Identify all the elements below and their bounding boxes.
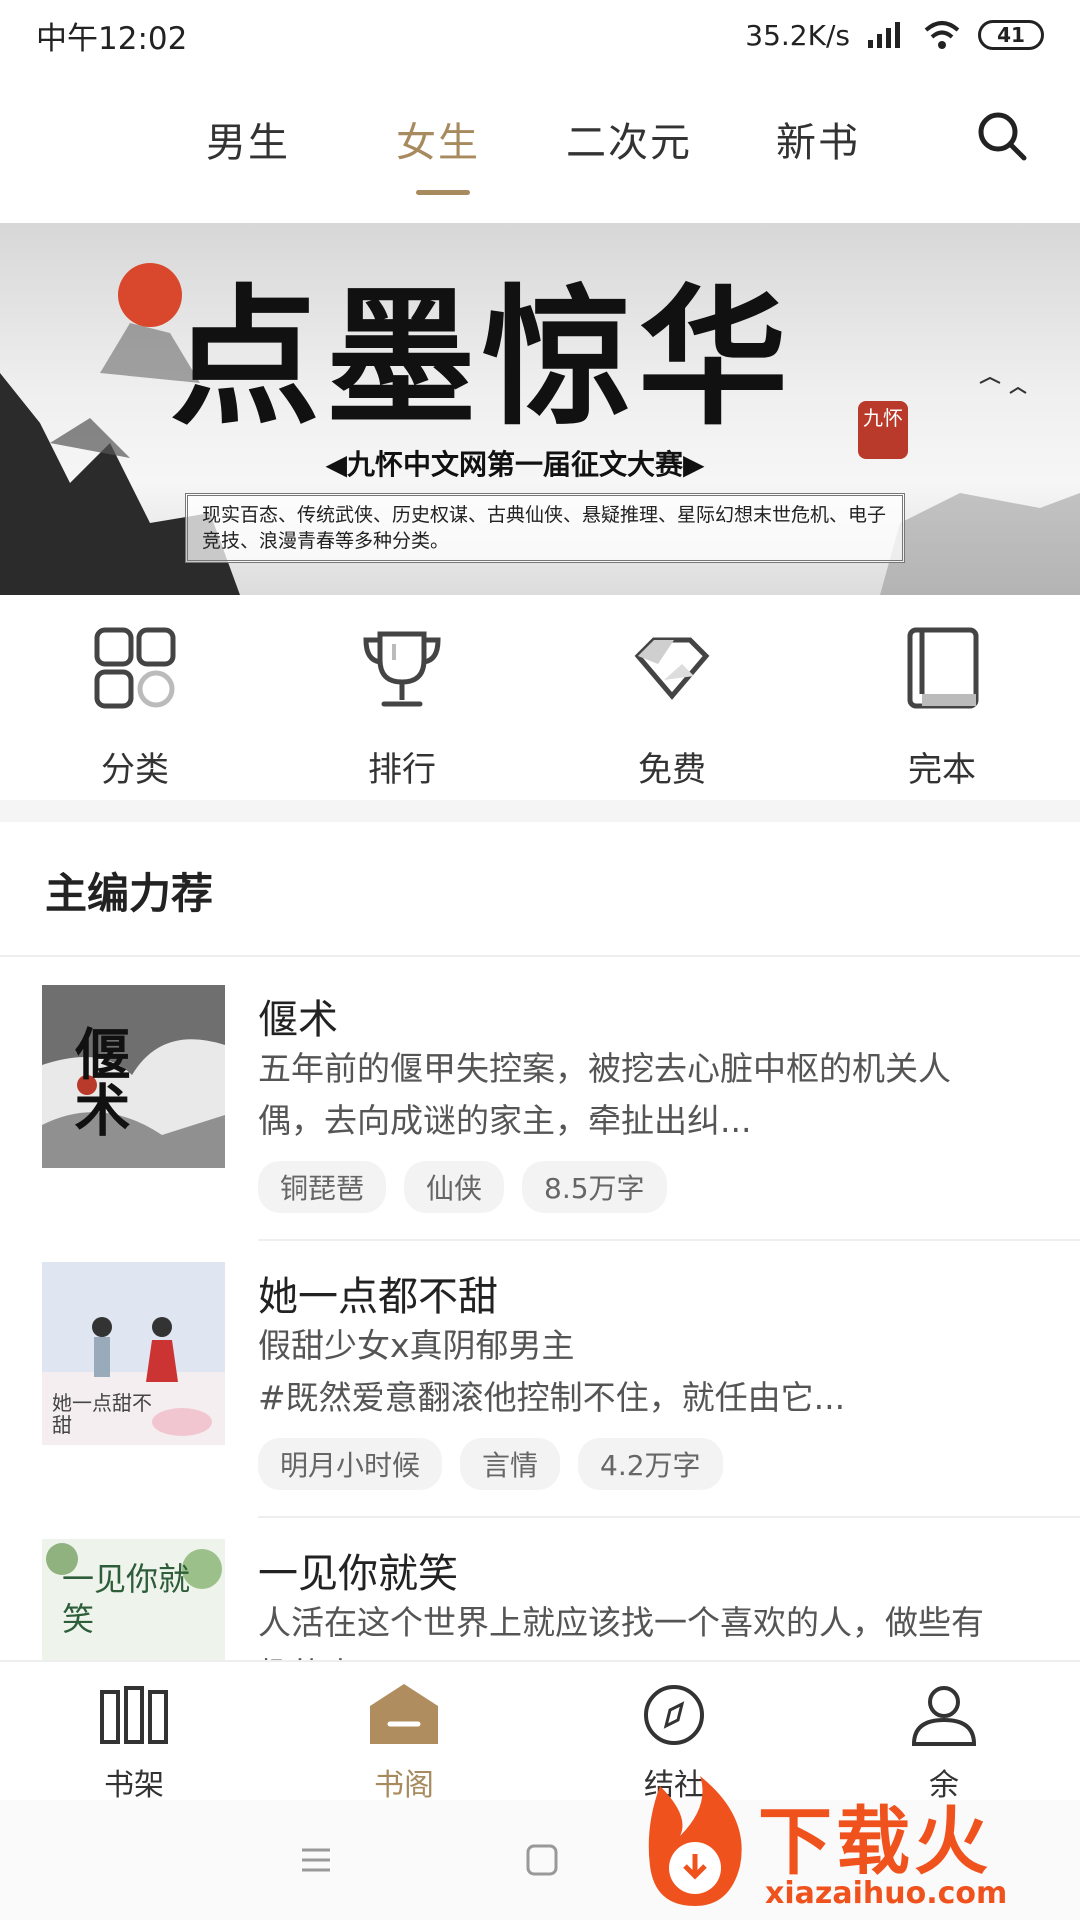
banner-seal: 九怀 <box>858 401 908 459</box>
book-item[interactable]: 偃术 偃术 五年前的偃甲失控案，被挖去心脏中枢的机关人偶，去向成谜的家主，牵扯出… <box>0 985 1080 1255</box>
tag-word-count: 4.2万字 <box>578 1438 723 1490</box>
status-bar: 中午12:02 35.2K/s 41 <box>0 0 1080 70</box>
book-cover: 偃术 <box>42 985 225 1168</box>
banner-subtitle: ◀九怀中文网第一届征文大赛▶ <box>325 448 705 481</box>
network-speed: 35.2K/s <box>745 18 850 52</box>
status-right: 35.2K/s 41 <box>745 19 1044 52</box>
bottom-nav-library[interactable]: 书阁 <box>334 1682 474 1804</box>
bottom-nav-label: 书阁 <box>374 1768 434 1803</box>
quick-nav-label: 免费 <box>638 750 706 790</box>
book-description: 五年前的偃甲失控案，被挖去心脏中枢的机关人偶，去向成谜的家主，牵扯出纠... <box>258 1049 951 1140</box>
watermark-url: xiazaihuo.com <box>765 1876 1008 1911</box>
book-cover-title: 她一点甜不甜 <box>52 1391 152 1437</box>
bottom-nav-label: 书架 <box>104 1768 164 1803</box>
section-divider <box>0 800 1080 822</box>
status-time: 中午12:02 <box>36 20 188 57</box>
section-divider-line <box>0 955 1080 957</box>
quick-nav-completed[interactable]: 完本 <box>867 620 1017 791</box>
library-icon <box>370 1684 438 1744</box>
tab-new-books[interactable]: 新书 <box>776 110 860 168</box>
tag-word-count: 8.5万字 <box>522 1161 667 1213</box>
battery-indicator: 41 <box>978 20 1044 50</box>
book-title: 一见你就笑 <box>258 1551 458 1597</box>
flame-logo-icon <box>648 1776 742 1906</box>
diamond-icon <box>634 637 710 700</box>
book-title: 她一点都不甜 <box>258 1274 498 1320</box>
search-icon[interactable] <box>972 106 1032 166</box>
quick-nav-label: 分类 <box>101 750 169 790</box>
quick-nav: 分类 排行 免费 完本 <box>0 620 1080 800</box>
quick-nav-category[interactable]: 分类 <box>60 620 210 791</box>
book-icon <box>907 627 979 709</box>
book-cover: 她一点甜不甜 <box>42 1262 225 1445</box>
quick-nav-free[interactable]: 免费 <box>597 620 747 791</box>
bookshelf-icon <box>100 1686 168 1744</box>
quick-nav-ranking[interactable]: 排行 <box>327 620 477 791</box>
book-tags: 明月小时候 言情 4.2万字 <box>258 1438 723 1490</box>
quick-nav-label: 完本 <box>908 750 976 790</box>
banner-title: 点墨惊华 <box>170 270 795 446</box>
signal-icon <box>868 22 900 48</box>
tag-genre: 仙侠 <box>404 1161 505 1213</box>
trophy-icon <box>363 631 441 707</box>
tag-author: 明月小时候 <box>258 1438 443 1490</box>
book-cover-title: 偃术 <box>65 1025 131 1137</box>
book-tags: 铜琵琶 仙侠 8.5万字 <box>258 1161 667 1213</box>
active-tab-indicator <box>416 190 470 195</box>
tag-author: 铜琵琶 <box>258 1161 387 1213</box>
list-separator <box>258 1516 1080 1518</box>
tab-male[interactable]: 男生 <box>206 110 290 168</box>
tab-anime[interactable]: 二次元 <box>566 110 692 168</box>
book-title: 偃术 <box>258 997 338 1043</box>
section-title: 主编力荐 <box>45 869 214 918</box>
tab-female[interactable]: 女生 <box>396 110 480 168</box>
book-item[interactable]: 她一点甜不甜 她一点都不甜 假甜少女x真阴郁男主 #既然爱意翻滚他控制不住，就任… <box>0 1262 1080 1532</box>
wifi-icon <box>924 21 960 49</box>
book-description: 假甜少女x真阴郁男主 #既然爱意翻滚他控制不住，就任由它... <box>258 1326 846 1417</box>
category-tabs: 男生 女生 二次元 新书 <box>0 90 1080 200</box>
menu-icon[interactable] <box>296 1840 336 1880</box>
user-icon <box>911 1686 977 1746</box>
bottom-nav-bookshelf[interactable]: 书架 <box>64 1682 204 1804</box>
compass-icon <box>644 1685 704 1745</box>
category-grid-icon <box>94 627 176 709</box>
home-icon[interactable] <box>522 1840 562 1880</box>
watermark-text: 下载火 <box>758 1799 992 1885</box>
promo-banner[interactable]: 点墨惊华 九怀 ◀九怀中文网第一届征文大赛▶ 现实百态、传统武侠、历史权谋、古典… <box>0 223 1080 595</box>
tag-genre: 言情 <box>460 1438 561 1490</box>
banner-description: 现实百态、传统武侠、历史权谋、古典仙侠、悬疑推理、星际幻想末世危机、电子竞技、浪… <box>185 493 905 563</box>
watermark: 下载火 xiazaihuo.com <box>640 1776 1080 1920</box>
quick-nav-label: 排行 <box>368 750 436 790</box>
book-cover-title: 一见你就笑 <box>62 1560 191 1638</box>
list-separator <box>258 1239 1080 1241</box>
